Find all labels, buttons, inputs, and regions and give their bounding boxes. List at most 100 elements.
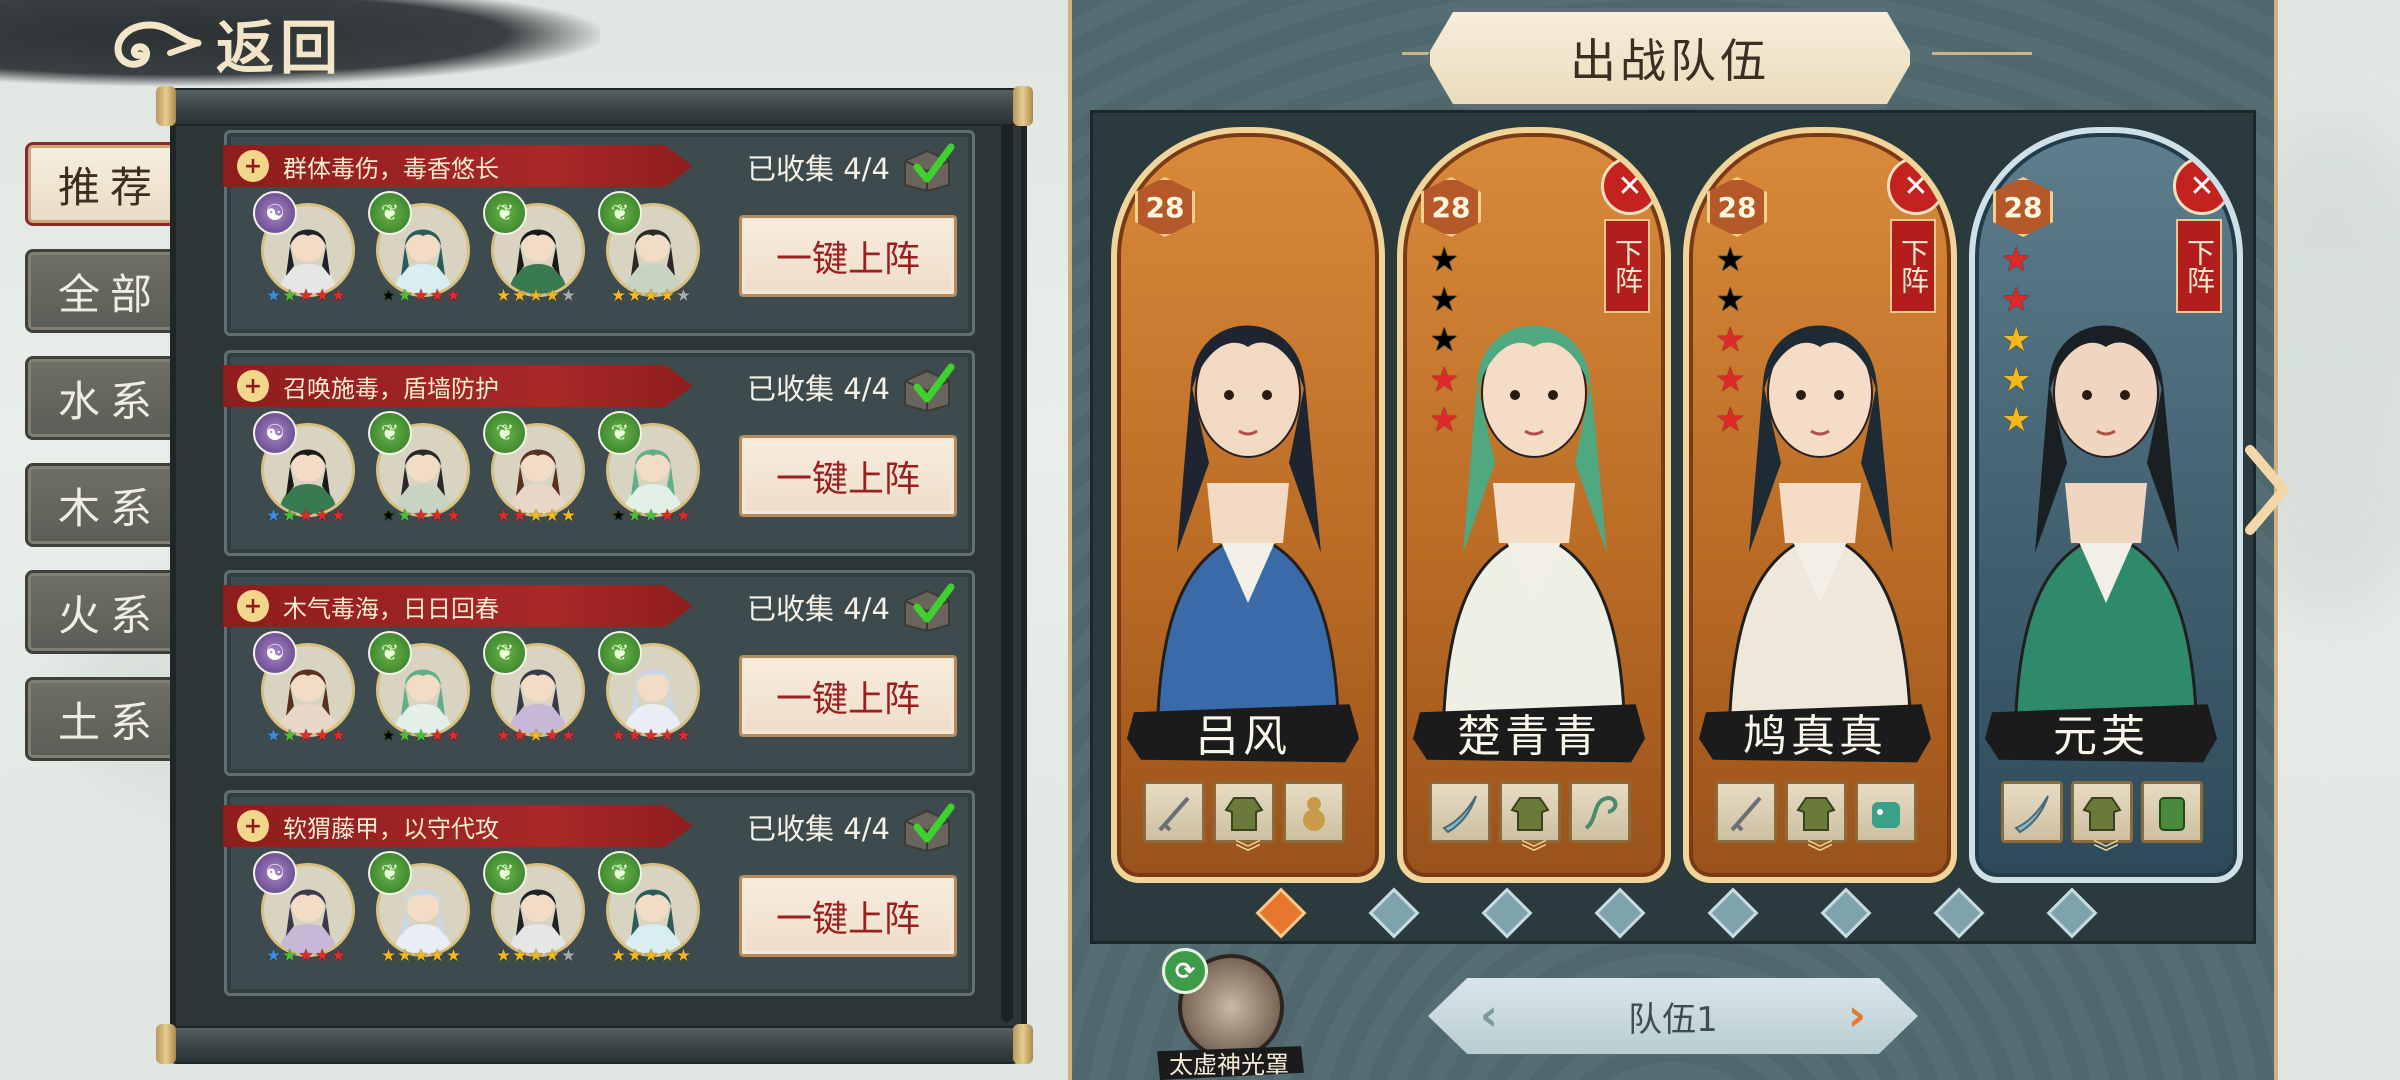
blade-equip-icon[interactable] (2001, 781, 2063, 843)
star-icon: ★ (2001, 240, 2032, 280)
hero-card[interactable]: 28 ★ ★ ★ ★ ★ ✕ 下阵 楚青青 ︾ (1397, 127, 1671, 883)
star-icon: ★ (512, 726, 528, 746)
star-icon: ★ (643, 506, 659, 526)
magnify-icon[interactable]: + (237, 150, 269, 182)
star-icon: ★ (544, 286, 560, 306)
magnify-icon[interactable]: + (237, 370, 269, 402)
magnify-icon[interactable]: + (237, 590, 269, 622)
hero-star-rating: ★ ★ ★ ★ ★ (2001, 243, 2031, 437)
page-dot[interactable] (1933, 887, 1985, 939)
hero-card[interactable]: 28 ★ ★ ★ ★ ★ ✕ 下阵 鸠真真 ︾ (1683, 127, 1957, 883)
star-icon: ★ (282, 286, 298, 306)
star-rating: ★ ★ ★ ★ ★ (374, 508, 468, 525)
star-icon: ★ (627, 946, 643, 966)
member-avatar[interactable]: ☯ ★ ★ ★ ★ ★ (253, 851, 355, 966)
robe-equip-icon[interactable] (1213, 781, 1275, 843)
gourd-equip-icon[interactable] (1283, 781, 1345, 843)
remove-tag[interactable]: 下阵 (1890, 219, 1936, 313)
member-avatar[interactable]: ❦ ★ ★ ★ ★ ★ (483, 191, 585, 305)
member-avatar[interactable]: ❦ ★ ★ ★ ★ ★ (598, 631, 700, 745)
remove-hero: ✕ 下阵 (2173, 157, 2231, 313)
page-dot[interactable] (1255, 887, 1307, 939)
member-avatar[interactable]: ❦ ★ ★ ★ ★ ★ (483, 851, 585, 966)
equipment-slots (1143, 781, 1345, 843)
member-avatar[interactable]: ❦ ★ ★ ★ ★ ★ (368, 851, 470, 966)
one-key-deploy-button[interactable]: 一键上阵 (739, 215, 957, 297)
page-dot[interactable] (2046, 887, 2098, 939)
star-icon: ★ (314, 726, 330, 746)
next-team-arrow-icon[interactable]: › (1834, 992, 1880, 1040)
page-dot[interactable] (1594, 887, 1646, 939)
star-icon: ★ (560, 286, 577, 306)
star-icon: ★ (314, 506, 330, 526)
leaf-icon: ❦ (483, 191, 527, 235)
whip-equip-icon[interactable] (1569, 781, 1631, 843)
member-avatar[interactable]: ❦ ★ ★ ★ ★ ★ (368, 631, 470, 745)
collected-chest-check-icon (904, 803, 955, 853)
star-icon: ★ (1715, 280, 1746, 320)
lineup-list[interactable]: + 群体毒伤，毒香悠长 已收集 4/4 ☯ ★ ★ ★ ★ ★ ❦ ★ ★ ★ ★ ★ ❦ ★ ★… (170, 110, 1027, 1040)
one-key-deploy-button[interactable]: 一键上阵 (739, 875, 957, 957)
star-icon: ★ (429, 506, 445, 526)
hero-star-rating: ★ ★ ★ ★ ★ (1715, 243, 1745, 437)
swap-icon[interactable]: ⟳ (1162, 948, 1208, 994)
star-icon: ★ (429, 946, 445, 966)
member-avatar[interactable]: ❦ ★ ★ ★ ★ ★ (598, 851, 700, 966)
member-avatar[interactable]: ☯ ★ ★ ★ ★ ★ (253, 411, 355, 526)
star-icon: ★ (495, 946, 512, 966)
star-icon: ★ (610, 946, 627, 966)
member-avatar[interactable]: ☯ ★ ★ ★ ★ ★ (253, 631, 355, 746)
member-avatar[interactable]: ☯ ★ ★ ★ ★ ★ (253, 191, 355, 306)
one-key-deploy-button[interactable]: 一键上阵 (739, 655, 957, 737)
collected-chest-check-icon (904, 583, 955, 633)
page-dot[interactable] (1707, 887, 1759, 939)
star-rating: ★ ★ ★ ★ ★ (374, 728, 468, 745)
star-icon: ★ (659, 286, 675, 306)
hero-card[interactable]: 28 ★ ★ ★ ★ ★ ✕ 下阵 元芙 ︾ (1969, 127, 2243, 883)
star-icon: ★ (298, 946, 314, 966)
robe-equip-icon[interactable] (2071, 781, 2133, 843)
member-avatar[interactable]: ❦ ★ ★ ★ ★ ★ (483, 411, 585, 526)
robe-equip-icon[interactable] (1499, 781, 1561, 843)
page-dot[interactable] (1820, 887, 1872, 939)
prev-team-arrow-icon[interactable]: ‹ (1466, 992, 1512, 1040)
page-dot[interactable] (1481, 887, 1533, 939)
lineup-card: + 木气毒海，日日回春 已收集 4/4 ☯ ★ ★ ★ ★ ★ ❦ ★ ★ ★ ★ ★ ❦ ★ ★… (223, 570, 975, 776)
one-key-deploy-button[interactable]: 一键上阵 (739, 435, 957, 517)
sword-equip-icon[interactable] (1143, 781, 1205, 843)
robe-equip-icon[interactable] (1785, 781, 1847, 843)
member-avatar[interactable]: ❦ ★ ★ ★ ★ ★ (598, 191, 700, 306)
next-page-arrow-icon[interactable] (2242, 440, 2292, 540)
hero-card[interactable]: 28 吕风 ︾ (1111, 127, 1385, 883)
star-icon: ★ (495, 726, 512, 746)
remove-tag[interactable]: 下阵 (1604, 219, 1650, 313)
member-avatar[interactable]: ❦ ★ ★ ★ ★ ★ (368, 411, 470, 525)
star-icon: ★ (1429, 360, 1460, 400)
formation-skill[interactable]: ⟳ 太虚神光罩 (1157, 948, 1304, 1080)
star-icon: ★ (265, 506, 282, 526)
close-icon[interactable]: ✕ (2173, 157, 2231, 215)
star-icon: ★ (265, 726, 282, 746)
title-ornament (1932, 52, 2032, 55)
scrollbar[interactable] (1001, 122, 1013, 1022)
armor-equip-icon[interactable] (2141, 781, 2203, 843)
magnify-icon[interactable]: + (237, 810, 269, 842)
close-icon[interactable]: ✕ (1887, 157, 1945, 215)
page-indicator (1093, 883, 2253, 939)
page-dot[interactable] (1368, 887, 1420, 939)
beast-equip-icon[interactable] (1855, 781, 1917, 843)
scroll-rod-top (156, 86, 1033, 126)
member-avatar[interactable]: ❦ ★ ★ ★ ★ ★ (483, 631, 585, 746)
remove-tag[interactable]: 下阵 (2176, 219, 2222, 313)
blade-equip-icon[interactable] (1429, 781, 1491, 843)
star-rating: ★ ★ ★ ★ ★ (489, 288, 583, 305)
sword-equip-icon[interactable] (1715, 781, 1777, 843)
star-icon: ★ (560, 506, 577, 526)
member-avatar[interactable]: ❦ ★ ★ ★ ★ ★ (598, 411, 700, 526)
close-icon[interactable]: ✕ (1601, 157, 1659, 215)
back-button[interactable]: 返回 (110, 6, 344, 82)
member-avatar[interactable]: ❦ ★ ★ ★ ★ ★ (368, 191, 470, 305)
top-bar: 返回 (0, 0, 600, 86)
star-icon: ★ (282, 946, 298, 966)
star-icon: ★ (445, 726, 462, 746)
